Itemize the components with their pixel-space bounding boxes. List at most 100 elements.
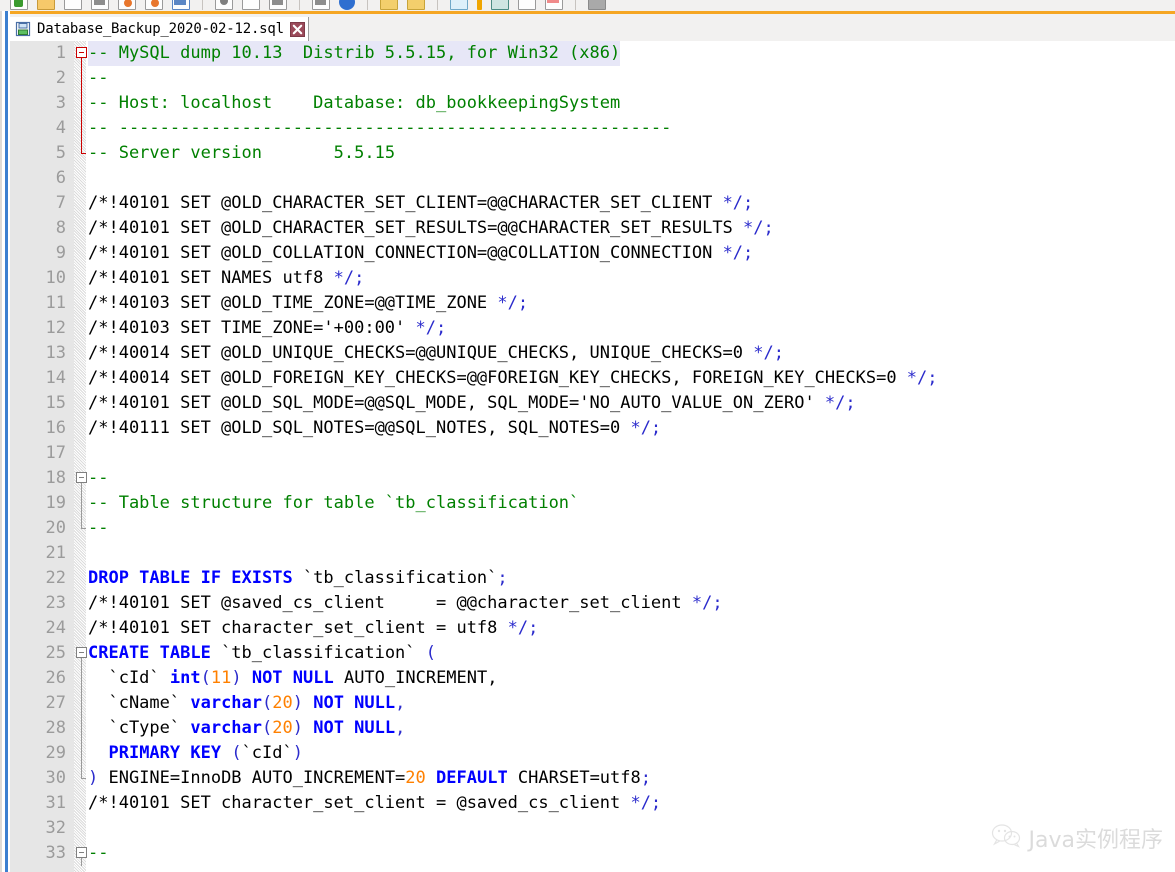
code-line[interactable]: 32 [10, 816, 1175, 841]
zoom-in-icon[interactable] [380, 0, 398, 10]
code-line[interactable]: 24 /*!40101 SET character_set_client = ut… [10, 616, 1175, 641]
zoom-out-icon[interactable] [407, 0, 425, 10]
code-line[interactable]: 11 /*!40103 SET @OLD_TIME_ZONE=@@TIME_ZON… [10, 291, 1175, 316]
code-text-area[interactable]: 1 -- MySQL dump 10.13 Distrib 5.5.15, for… [10, 41, 1175, 872]
line-number: 32 [45, 818, 66, 838]
code-line[interactable]: 8 /*!40101 SET @OLD_CHARACTER_SET_RESULTS… [10, 216, 1175, 241]
fold-guide-end [81, 516, 86, 529]
code-line[interactable]: 18 -- [10, 466, 1175, 491]
paste-icon[interactable] [269, 0, 287, 10]
document-map-icon[interactable] [588, 0, 606, 10]
code-line[interactable]: 5 -- Server version 5.5.15 [10, 141, 1175, 166]
new-file-icon[interactable] [10, 0, 28, 10]
code-line[interactable]: 29 PRIMARY KEY (`cId`) [10, 741, 1175, 766]
line-number: 25 [45, 643, 66, 663]
fold-marker[interactable] [76, 666, 88, 691]
close-all-icon[interactable] [145, 0, 163, 10]
sync-scroll-icon[interactable] [450, 0, 468, 10]
notepadpp-window: Database_Backup_2020-02-12.sql 1 -- MySQL… [0, 0, 1175, 872]
close-icon[interactable] [118, 0, 136, 10]
fold-marker[interactable] [76, 641, 88, 666]
fold-collapse-icon[interactable] [76, 647, 87, 658]
code-line[interactable]: 28 `cType` varchar(20) NOT NULL, [10, 716, 1175, 741]
fold-marker[interactable] [76, 466, 88, 491]
fold-marker[interactable] [76, 691, 88, 716]
code-line[interactable]: 27 `cName` varchar(20) NOT NULL, [10, 691, 1175, 716]
code-line[interactable]: 4 -- ------------------------------------… [10, 116, 1175, 141]
close-tab-icon[interactable] [289, 21, 305, 37]
code-editor[interactable]: 1 -- MySQL dump 10.13 Distrib 5.5.15, for… [10, 41, 1175, 872]
code-line[interactable]: 1 -- MySQL dump 10.13 Distrib 5.5.15, for… [10, 41, 1175, 66]
open-folder-icon[interactable] [37, 0, 55, 10]
tab-database-backup[interactable]: Database_Backup_2020-02-12.sql [10, 17, 309, 41]
code-line-text: -- Host: localhost Database: db_bookkeep… [88, 91, 620, 116]
code-token: -- Table structure for table `tb_classif… [88, 493, 580, 513]
line-number: 30 [45, 768, 66, 788]
copy-icon[interactable] [242, 0, 260, 10]
undo-icon[interactable] [312, 0, 330, 10]
fold-marker[interactable] [76, 741, 88, 766]
fold-marker[interactable] [76, 41, 88, 66]
find-icon[interactable] [339, 0, 355, 10]
fold-guide-line [81, 491, 82, 516]
code-line[interactable]: 6 [10, 166, 1175, 191]
fold-collapse-icon[interactable] [76, 472, 87, 483]
code-line[interactable]: 25 CREATE TABLE `tb_classification` ( [10, 641, 1175, 666]
code-line[interactable]: 22 DROP TABLE IF EXISTS `tb_classificatio… [10, 566, 1175, 591]
code-line[interactable]: 19 -- Table structure for table `tb_class… [10, 491, 1175, 516]
fold-marker [76, 216, 88, 241]
fold-marker[interactable] [76, 716, 88, 741]
run-icon[interactable] [545, 0, 563, 10]
code-line[interactable]: 15 /*!40101 SET @OLD_SQL_MODE=@@SQL_MODE,… [10, 391, 1175, 416]
save-all-icon[interactable] [91, 0, 109, 10]
print-icon[interactable] [172, 0, 190, 10]
save-icon[interactable] [64, 0, 82, 10]
fold-collapse-icon[interactable] [76, 47, 87, 58]
code-line[interactable]: 30 ) ENGINE=InnoDB AUTO_INCREMENT=20 DEFA… [10, 766, 1175, 791]
code-token: /*!40101 SET NAMES utf8 [88, 268, 334, 288]
toolbar-divider [202, 0, 203, 10]
code-line[interactable]: 26 `cId` int(11) NOT NULL AUTO_INCREMENT… [10, 666, 1175, 691]
fold-marker[interactable] [76, 516, 88, 541]
fold-marker[interactable] [76, 116, 88, 141]
code-token: /*!40101 SET @OLD_CHARACTER_SET_RESULTS=… [88, 218, 744, 238]
code-line[interactable]: 14 /*!40014 SET @OLD_FOREIGN_KEY_CHECKS=@… [10, 366, 1175, 391]
fold-marker[interactable] [76, 491, 88, 516]
fold-marker[interactable] [76, 766, 88, 791]
code-line[interactable]: 21 [10, 541, 1175, 566]
code-line[interactable]: 9 /*!40101 SET @OLD_COLLATION_CONNECTION=… [10, 241, 1175, 266]
line-number: 3 [55, 93, 66, 113]
code-line[interactable]: 33 -- [10, 841, 1175, 866]
fold-marker[interactable] [76, 66, 88, 91]
code-token: varchar [190, 718, 263, 738]
code-line[interactable]: 10 /*!40101 SET NAMES utf8 */; [10, 266, 1175, 291]
code-line[interactable]: 2 -- [10, 66, 1175, 91]
cut-icon[interactable] [215, 0, 233, 10]
show-symbol-icon[interactable] [491, 0, 509, 10]
fold-marker[interactable] [76, 91, 88, 116]
fold-marker [76, 616, 88, 641]
code-line[interactable]: 17 [10, 441, 1175, 466]
code-token: -- [88, 518, 109, 538]
code-line[interactable]: 16 /*!40111 SET @OLD_SQL_NOTES=@@SQL_NOTE… [10, 416, 1175, 441]
fold-marker[interactable] [76, 141, 88, 166]
code-token: /*!40101 SET @OLD_SQL_MODE=@@SQL_MODE, S… [88, 393, 825, 413]
code-line[interactable]: 7 /*!40101 SET @OLD_CHARACTER_SET_CLIENT=… [10, 191, 1175, 216]
left-dock-edge [0, 11, 10, 872]
word-wrap-icon[interactable] [477, 0, 482, 10]
line-number: 21 [45, 543, 66, 563]
code-token: /*!40014 SET @OLD_FOREIGN_KEY_CHECKS=@@F… [88, 368, 907, 388]
code-line[interactable]: 13 /*!40014 SET @OLD_UNIQUE_CHECKS=@@UNIQ… [10, 341, 1175, 366]
code-line-text: ) ENGINE=InnoDB AUTO_INCREMENT=20 DEFAUL… [88, 766, 651, 791]
code-line[interactable]: 23 /*!40101 SET @saved_cs_client = @@char… [10, 591, 1175, 616]
fold-marker[interactable] [76, 841, 88, 866]
code-line[interactable]: 31 /*!40101 SET character_set_client = @s… [10, 791, 1175, 816]
code-line[interactable]: 20 -- [10, 516, 1175, 541]
code-line[interactable]: 3 -- Host: localhost Database: db_bookkee… [10, 91, 1175, 116]
macro-record-icon[interactable] [518, 0, 536, 10]
fold-collapse-icon[interactable] [76, 847, 87, 858]
code-token: `tb_classification` [292, 568, 498, 588]
code-line[interactable]: 12 /*!40103 SET TIME_ZONE='+00:00' */; [10, 316, 1175, 341]
fold-marker [76, 266, 88, 291]
